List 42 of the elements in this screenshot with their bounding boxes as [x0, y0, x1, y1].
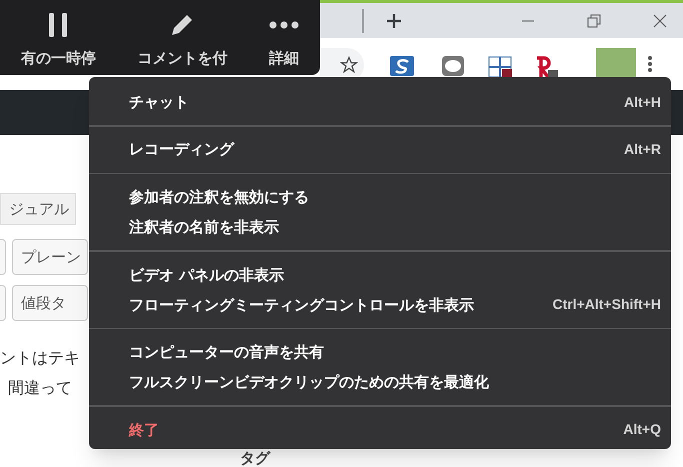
menu-item-label: 参加者の注釈を無効にする: [129, 186, 309, 208]
toolbar-button[interactable]: 有の一時停: [20, 11, 96, 67]
pause-icon: [47, 13, 70, 37]
shortcut-label: Alt+Q: [623, 420, 661, 440]
menu-item[interactable]: 終了 Alt+Q: [89, 414, 671, 445]
menu-item[interactable]: 注釈者の名前を非表示: [89, 212, 671, 242]
menu-item-label: チャット: [129, 92, 189, 113]
more-icon: [269, 21, 300, 29]
menu-item-label: レコーディング: [129, 139, 234, 160]
menu-item[interactable]: チャット Alt+H: [89, 87, 671, 117]
chat-bubble-icon[interactable]: [442, 56, 464, 76]
menu-item[interactable]: 参加者の注釈を無効にする: [89, 182, 671, 212]
menu-item[interactable]: コンピューターの音声を共有: [89, 337, 671, 368]
star-icon[interactable]: [340, 56, 358, 74]
menu-icon[interactable]: [648, 56, 652, 72]
menu-item-label: コンピューターの音声を共有: [129, 342, 324, 364]
tag-button[interactable]: 値段タ: [12, 285, 88, 321]
toolbar-button[interactable]: 詳細: [269, 11, 300, 67]
menu-item[interactable]: ビデオ パネルの非表示: [89, 260, 671, 290]
shortcut-label: Ctrl+Alt+Shift+H: [552, 295, 661, 314]
menu-item-label: 注釈者の名前を非表示: [129, 216, 279, 238]
menu-item[interactable]: レコーディング Alt+R: [89, 134, 671, 165]
tag-heading: タグ: [240, 450, 270, 466]
menu-item-label: 終了: [129, 420, 159, 441]
letter-r-icon[interactable]: [534, 56, 558, 78]
body-text: ントはテキ: [0, 347, 80, 369]
body-text: 間違って: [7, 377, 72, 399]
menu-item[interactable]: フルスクリーンビデオクリップのための共有を最適化: [89, 367, 671, 398]
new-tab-icon[interactable]: [386, 12, 402, 28]
menu-item[interactable]: フローティングミーティングコントロールを非表示 Ctrl+Alt+Shift+H: [89, 290, 671, 320]
tag-button[interactable]: プレーン: [12, 239, 88, 275]
toolbar-button[interactable]: コメントを付: [137, 11, 228, 67]
close-icon[interactable]: [653, 14, 667, 28]
extension-icon[interactable]: [390, 56, 414, 76]
menu-item-label: ビデオ パネルの非表示: [129, 264, 284, 286]
grid-icon[interactable]: [488, 56, 512, 78]
shortcut-label: Alt+R: [624, 140, 661, 160]
shortcut-label: Alt+H: [624, 92, 661, 112]
menu-item-label: フルスクリーンビデオクリップのための共有を最適化: [129, 372, 489, 394]
menu-item-label: フローティングミーティングコントロールを非表示: [129, 294, 474, 316]
restore-icon[interactable]: [587, 14, 601, 28]
editor-tab[interactable]: ジュアル: [0, 193, 76, 225]
